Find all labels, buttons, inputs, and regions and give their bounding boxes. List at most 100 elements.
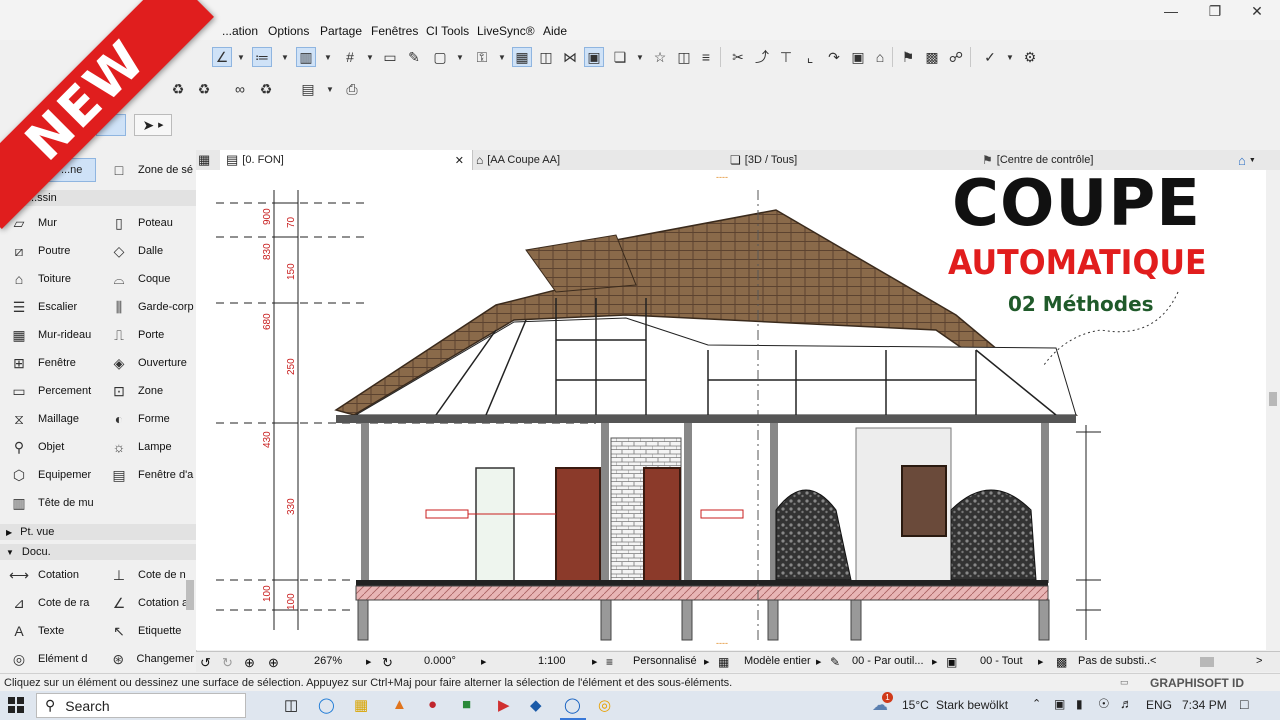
file-explorer-icon[interactable]: ▦ — [354, 696, 368, 714]
tool-mur[interactable]: ▱ Mur — [8, 212, 104, 234]
sync-button[interactable]: ♻ — [194, 79, 214, 99]
tab-section[interactable]: ⌂ [AA Coupe AA] — [476, 150, 560, 170]
tool-coque[interactable]: ⌓ Coque — [108, 268, 194, 290]
menu-aide[interactable]: Aide — [543, 24, 567, 38]
favorites-button[interactable]: ☆ — [650, 47, 670, 67]
group-button[interactable]: ▦ — [512, 47, 532, 67]
tool-garde-corp[interactable]: ⫼ Garde-corp — [108, 296, 194, 318]
share-button[interactable]: ♻ — [256, 79, 276, 99]
tool-lampe[interactable]: ☼ Lampe — [108, 436, 194, 458]
link-button[interactable]: ∞ — [230, 79, 250, 99]
tool-cotation-a[interactable]: ∠ Cotation a — [108, 592, 194, 614]
chevron-right-icon[interactable]: ▶ — [816, 658, 821, 666]
documentation-section-header[interactable]: ▼ Docu. — [0, 544, 196, 560]
chevron-right-icon[interactable]: ▶ — [1038, 658, 1043, 666]
recorder-icon[interactable]: ● — [428, 696, 437, 713]
menu-options[interactable]: Options — [268, 24, 309, 38]
weather-description[interactable]: Stark bewölkt — [936, 698, 1008, 712]
tool-equipemer[interactable]: ⬡ Equipemer — [8, 464, 104, 486]
scroll-down-marker[interactable]: ---- — [716, 638, 728, 648]
task-view-icon[interactable]: ◫ — [284, 696, 298, 714]
scroll-left-icon[interactable]: < — [1150, 655, 1156, 667]
chevron-down-icon[interactable]: ▼ — [281, 53, 289, 62]
curve-button[interactable]: ↷ — [824, 47, 844, 67]
attributes-button[interactable]: ▩ — [922, 47, 942, 67]
chevron-right-icon[interactable]: ▶ — [366, 658, 371, 666]
display-button[interactable]: ▢ — [430, 47, 450, 67]
chevron-down-icon[interactable]: ▼ — [366, 53, 374, 62]
chevron-down-icon[interactable]: ▼ — [1006, 53, 1014, 62]
publish-button[interactable]: ☍ — [946, 47, 966, 67]
archicad-icon[interactable]: ◯ — [564, 696, 581, 714]
undo-zoom-icon[interactable]: ↺ — [200, 655, 211, 671]
tool-el-ment-d[interactable]: ◎ Elément d — [8, 648, 104, 670]
tool-fen-tre[interactable]: ⊞ Fenêtre — [8, 352, 104, 374]
scrollbar-thumb[interactable] — [1269, 392, 1277, 406]
view-button[interactable]: ▤ — [298, 79, 318, 99]
tool-zone[interactable]: ⊡ Zone — [108, 380, 194, 402]
chevron-down-icon[interactable]: ▼ — [324, 53, 332, 62]
render-button[interactable]: ◫ — [674, 47, 694, 67]
selection-button[interactable]: ▣ — [584, 47, 604, 67]
tool-poutre[interactable]: ⧄ Poutre — [8, 240, 104, 262]
scroll-up-marker[interactable]: ---- — [716, 172, 728, 182]
tab-3d[interactable]: ❏ [3D / Tous] — [730, 150, 797, 170]
lock-button[interactable]: ⚿ — [472, 47, 492, 67]
tool-percement[interactable]: ▭ Percement — [8, 380, 104, 402]
network-icon[interactable]: ▣ — [1054, 697, 1065, 711]
scroll-right-icon[interactable]: > — [1256, 655, 1262, 667]
chevron-right-icon[interactable]: ▶ — [481, 658, 486, 666]
layers-stack-button[interactable]: ≡ — [696, 47, 716, 67]
tool-porte[interactable]: ⎍ Porte — [108, 324, 194, 346]
graphic-override[interactable]: Pas de substi... — [1078, 655, 1150, 667]
settings-button[interactable]: ⚙ — [1020, 47, 1040, 67]
vlc-icon[interactable]: ▲ — [392, 696, 407, 713]
home-button[interactable]: ⌂ — [870, 47, 890, 67]
tool-toiture[interactable]: ⌂ Toiture — [8, 268, 104, 290]
suspend-group-button[interactable]: ⋈ — [560, 47, 580, 67]
chevron-right-icon[interactable]: ▶ — [592, 658, 597, 666]
flag-button[interactable]: ⚑ — [898, 47, 918, 67]
chevron-up-icon[interactable]: ⌃ — [1032, 697, 1041, 710]
3d-view-button[interactable]: ❏ — [610, 47, 630, 67]
print-button[interactable]: ⎙ — [342, 79, 362, 99]
offset-button[interactable]: ⌞ — [800, 47, 820, 67]
marquee-tool-item[interactable]: □ Zone de sé — [108, 159, 193, 181]
viewpoint-section-header[interactable]: ▶ Pt. vue — [0, 524, 196, 540]
tool-etiquette[interactable]: ↖ Etiquette — [108, 620, 194, 642]
menu-partage[interactable]: Partage — [320, 24, 362, 38]
tool-escalier[interactable]: ☰ Escalier — [8, 296, 104, 318]
chevron-down-icon[interactable]: ▼ — [636, 53, 644, 62]
partial-structure[interactable]: 00 - Tout — [980, 655, 1023, 667]
tool-cote-de-ra[interactable]: ⊿ Cote de ra — [8, 592, 104, 614]
tab-floor-plan[interactable]: ▤ [0. FON] ✕ — [220, 150, 473, 170]
minimize-button[interactable]: — — [1148, 0, 1194, 22]
tool-mur-rideau[interactable]: ▦ Mur-rideau — [8, 324, 104, 346]
check-button[interactable]: ✓ — [980, 47, 1000, 67]
rotation-value[interactable]: 0.000° — [424, 655, 456, 667]
navigator-button[interactable]: ⌂ ▼ — [1238, 150, 1256, 170]
toolbox-scrollbar[interactable] — [186, 580, 194, 610]
snap-guides-button[interactable]: ∠ — [212, 47, 232, 67]
pen-set[interactable]: 00 - Par outil... — [852, 655, 924, 667]
windows-start-button[interactable] — [8, 697, 24, 713]
tool-maillage[interactable]: ⧖ Maillage — [8, 408, 104, 430]
maximize-button[interactable]: ❐ — [1192, 0, 1238, 22]
scale-value[interactable]: 1:100 — [538, 655, 566, 667]
tool-fen-tre-d-a[interactable]: ▤ Fenêtre d'a — [108, 464, 194, 486]
layer-button[interactable]: ▭ — [380, 47, 400, 67]
chevron-down-icon[interactable]: ▼ — [326, 85, 334, 94]
weather-temperature[interactable]: 15°C — [902, 698, 929, 712]
edge-icon[interactable]: ◯ — [318, 696, 335, 714]
chevron-right-icon[interactable]: ▶ — [704, 658, 709, 666]
drawing-canvas[interactable]: 900 830 680 430 330 100 70 150 250 100 -… — [196, 170, 1266, 650]
notifications-icon[interactable]: □ — [1240, 696, 1248, 712]
tool-t-te-de-mu[interactable]: ▥ Tête de mu — [8, 492, 104, 514]
snap-points-button[interactable]: ▥ — [296, 47, 316, 67]
rotate-icon[interactable]: ↻ — [382, 655, 393, 671]
fit-zoom-icon[interactable]: ⊕ — [268, 655, 279, 671]
battery-icon[interactable]: ▮ — [1076, 697, 1083, 711]
tool-dalle[interactable]: ◇ Dalle — [108, 240, 194, 262]
tool-ouverture[interactable]: ◈ Ouverture — [108, 352, 194, 374]
section-marker-button[interactable]: ◫ — [536, 47, 556, 67]
